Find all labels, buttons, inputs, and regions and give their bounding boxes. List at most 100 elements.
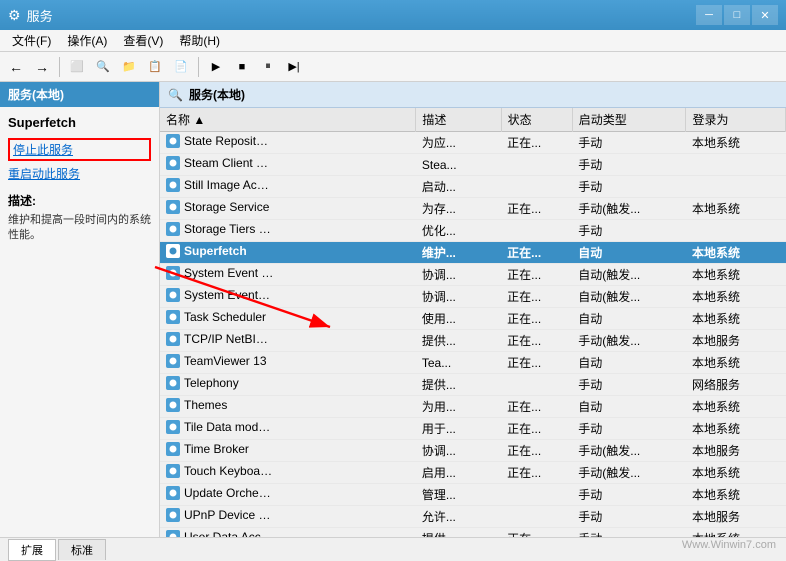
maximize-button[interactable]: □ [724, 5, 750, 25]
table-row[interactable]: Storage Service为存...正在...手动(触发...本地系统 [160, 198, 786, 220]
table-row[interactable]: TeamViewer 13Tea...正在...自动本地系统 [160, 352, 786, 374]
tab-standard[interactable]: 标准 [58, 539, 106, 560]
service-desc-cell: 协调... [416, 264, 501, 286]
service-startup-cell: 自动 [572, 352, 686, 374]
service-login-cell: 本地系统 [686, 308, 786, 330]
service-desc-cell: 管理... [416, 484, 501, 506]
window-title: 服务 [27, 6, 53, 25]
col-header-status[interactable]: 状态 [501, 108, 572, 132]
toolbar-btn-4[interactable]: 📋 [143, 55, 167, 79]
service-name-cell: Task Scheduler [160, 308, 280, 326]
col-header-login[interactable]: 登录为 [686, 108, 786, 132]
service-desc-cell: 使用... [416, 308, 501, 330]
service-desc-cell: 优化... [416, 220, 501, 242]
service-desc-cell: 为用... [416, 396, 501, 418]
service-login-cell: 本地系统 [686, 198, 786, 220]
service-startup-cell: 手动 [572, 154, 686, 176]
service-desc-cell: 允许... [416, 506, 501, 528]
service-startup-cell: 手动(触发... [572, 462, 686, 484]
service-login-cell: 本地服务 [686, 440, 786, 462]
service-status-cell: 正在... [501, 198, 572, 220]
service-name-cell: Superfetch [160, 242, 280, 260]
menu-view[interactable]: 查看(V) [115, 30, 171, 51]
service-desc-cell: Tea... [416, 352, 501, 374]
service-startup-cell: 手动 [572, 506, 686, 528]
close-button[interactable]: ✕ [752, 5, 778, 25]
service-name-cell: Themes [160, 396, 280, 414]
service-login-cell: 本地系统 [686, 462, 786, 484]
service-status-cell: 正在... [501, 308, 572, 330]
service-status-cell: 正在... [501, 352, 572, 374]
back-button[interactable]: ← [4, 55, 28, 79]
restart-button[interactable]: ▶| [282, 55, 306, 79]
menu-action[interactable]: 操作(A) [59, 30, 115, 51]
service-desc-cell: 提供... [416, 330, 501, 352]
stop-service-link[interactable]: 停止此服务 [8, 138, 151, 161]
service-login-cell: 本地系统 [686, 352, 786, 374]
table-row[interactable]: Superfetch维护...正在...自动本地系统 [160, 242, 786, 264]
service-startup-cell: 自动 [572, 308, 686, 330]
table-row[interactable]: Themes为用...正在...自动本地系统 [160, 396, 786, 418]
service-startup-cell: 自动(触发... [572, 264, 686, 286]
service-status-cell [501, 154, 572, 176]
pause-button[interactable]: ⏸ [256, 55, 280, 79]
left-panel-header: 服务(本地) [0, 82, 159, 107]
table-row[interactable]: Task Scheduler 使用...正在...自动本地系统 [160, 308, 786, 330]
table-header-row: 名称 ▲ 描述 状态 启动类型 登录为 [160, 108, 786, 132]
table-row[interactable]: System Events Broker协调...正在...自动(触发...本地… [160, 286, 786, 308]
service-status-cell: 正在... [501, 264, 572, 286]
table-row[interactable]: User Data Access_13ab9e3提供...正在...手动本地系统 [160, 528, 786, 538]
service-login-cell: 本地系统 [686, 242, 786, 264]
service-name-cell: User Data Access_13ab9e3 [160, 528, 280, 537]
table-row[interactable]: State Repository Service为应...正在...手动本地系统 [160, 132, 786, 154]
table-row[interactable]: Storage Tiers Managem...优化...手动 [160, 220, 786, 242]
restart-service-link[interactable]: 重启动此服务 [8, 165, 151, 182]
services-table[interactable]: 名称 ▲ 描述 状态 启动类型 登录为 State Repository Ser… [160, 108, 786, 537]
menu-file[interactable]: 文件(F) [4, 30, 59, 51]
service-login-cell: 本地系统 [686, 418, 786, 440]
toolbar-btn-2[interactable]: 🔍 [91, 55, 115, 79]
service-status-cell [501, 220, 572, 242]
forward-button[interactable]: → [30, 55, 54, 79]
table-row[interactable]: Still Image Acquisition Ev...启动...手动 [160, 176, 786, 198]
col-header-desc[interactable]: 描述 [416, 108, 501, 132]
service-desc-cell: 协调... [416, 286, 501, 308]
stop-button[interactable]: ■ [230, 55, 254, 79]
service-status-cell: 正在... [501, 396, 572, 418]
toolbar-btn-5[interactable]: 📄 [169, 55, 193, 79]
table-row[interactable]: TCP/IP NetBIOS Helper提供...正在...手动(触发...本… [160, 330, 786, 352]
service-startup-cell: 手动 [572, 220, 686, 242]
service-login-cell: 本地系统 [686, 132, 786, 154]
service-startup-cell: 手动 [572, 176, 686, 198]
service-startup-cell: 手动(触发... [572, 330, 686, 352]
toolbar-btn-1[interactable]: ⬜ [65, 55, 89, 79]
service-status-cell: 正在... [501, 528, 572, 538]
toolbar: ← → ⬜ 🔍 📁 📋 📄 ▶ ■ ⏸ ▶| [0, 52, 786, 82]
play-button[interactable]: ▶ [204, 55, 228, 79]
col-header-name[interactable]: 名称 ▲ [160, 108, 416, 132]
service-login-cell: 本地系统 [686, 528, 786, 538]
menu-help[interactable]: 帮助(H) [171, 30, 228, 51]
service-login-cell: 本地服务 [686, 506, 786, 528]
table-row[interactable]: UPnP Device Host允许...手动本地服务 [160, 506, 786, 528]
table-row[interactable]: Tile Data model server用于...正在...手动本地系统 [160, 418, 786, 440]
table-row[interactable]: Steam Client ServiceStea...手动 [160, 154, 786, 176]
status-bar: 扩展 标准 [0, 537, 786, 561]
tab-extended[interactable]: 扩展 [8, 539, 56, 561]
table-row[interactable]: Touch Keyboard and Ha...启用...正在...手动(触发.… [160, 462, 786, 484]
service-status-cell: 正在... [501, 462, 572, 484]
col-header-startup[interactable]: 启动类型 [572, 108, 686, 132]
table-row[interactable]: Telephony提供...手动网络服务 [160, 374, 786, 396]
search-icon: 🔍 [168, 88, 183, 102]
table-row[interactable]: Update Orchestrator Ser...管理...手动本地系统 [160, 484, 786, 506]
service-status-cell [501, 484, 572, 506]
service-startup-cell: 自动 [572, 242, 686, 264]
minimize-button[interactable]: ─ [696, 5, 722, 25]
service-login-cell [686, 176, 786, 198]
table-row[interactable]: System Event Notification...协调...正在...自动… [160, 264, 786, 286]
toolbar-btn-3[interactable]: 📁 [117, 55, 141, 79]
service-startup-cell: 自动(触发... [572, 286, 686, 308]
window-icon: ⚙ [8, 7, 21, 24]
table-row[interactable]: Time Broker协调...正在...手动(触发...本地服务 [160, 440, 786, 462]
service-login-cell: 网络服务 [686, 374, 786, 396]
